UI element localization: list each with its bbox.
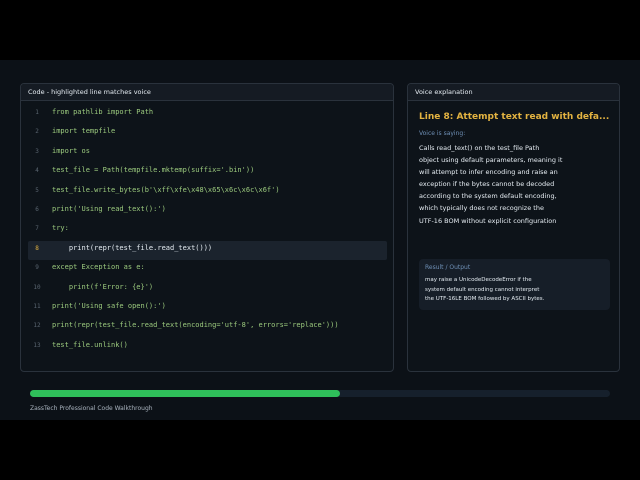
- explanation-line: according to the system default encoding…: [419, 192, 557, 201]
- line-code: import os: [52, 146, 90, 155]
- voice-panel: Voice explanation Line 8: Attempt text r…: [407, 83, 620, 372]
- explanation-line: object using default parameters, meaning…: [419, 156, 563, 165]
- line-code: print(f'Error: {e}'): [52, 282, 154, 291]
- line-code: print(repr(test_file.read_text())): [52, 243, 213, 252]
- line-code: test_file.write_bytes(b'\xff\xfe\x48\x65…: [52, 185, 280, 194]
- result-text: may raise a UnicodeDecodeError if the sy…: [425, 276, 605, 305]
- line-code: import tempfile: [52, 127, 116, 136]
- line-code: except Exception as e:: [52, 263, 145, 272]
- line-number: 5: [35, 186, 39, 194]
- code-line: 13 test_file.unlink(): [28, 338, 387, 357]
- line-code: try:: [52, 224, 69, 233]
- line-code: test_file = Path(tempfile.mktemp(suffix=…: [52, 166, 255, 175]
- line-number: 1: [35, 109, 39, 116]
- code-line: 7 try:: [28, 221, 387, 240]
- progress-fill: [30, 390, 340, 397]
- line-number: 2: [35, 128, 39, 136]
- line-number: 10: [33, 283, 41, 291]
- code-line: 9 except Exception as e:: [28, 260, 387, 279]
- line-number: 3: [35, 147, 39, 155]
- line-number: 9: [35, 264, 39, 272]
- code-line: 11 print('Using safe open():'): [28, 299, 387, 318]
- code-line: 10 print(f'Error: {e}'): [28, 280, 387, 299]
- result-output-box: Result / Output may raise a UnicodeDecod…: [419, 259, 610, 310]
- line-number: 13: [33, 341, 41, 349]
- line-code: test_file.unlink(): [52, 340, 128, 349]
- code-line: 3 import os: [28, 144, 387, 163]
- line-code: print('Using read_text():'): [52, 205, 166, 213]
- line-number: 11: [33, 303, 41, 310]
- result-label: Result / Output: [425, 264, 471, 271]
- voice-explanation: Calls read_text() on the test_file Path …: [419, 142, 615, 227]
- line-code: print(repr(test_file.read_text(encoding=…: [52, 321, 339, 330]
- line-number: 4: [35, 167, 39, 175]
- footer-brand: ZassTech Professional Code Walkthrough: [30, 405, 153, 412]
- progress-bar[interactable]: [30, 390, 610, 397]
- code-line: 1 from pathlib import Path: [28, 105, 387, 124]
- line-number: 7: [35, 225, 39, 233]
- voice-heading: Line 8: Attempt text read with defa...: [419, 112, 610, 122]
- result-line: the UTF-16LE BOM followed by ASCII bytes…: [425, 296, 545, 303]
- line-code: print('Using safe open():'): [52, 302, 166, 310]
- explanation-line: which typically does not recognize the: [419, 204, 544, 213]
- code-panel: Code - highlighted line matches voice 1 f…: [20, 83, 394, 372]
- voice-saying-label: Voice is saying:: [419, 130, 466, 137]
- code-line: 6 print('Using read_text():'): [28, 202, 387, 221]
- voice-panel-title: Voice explanation: [408, 84, 619, 101]
- code-panel-title: Code - highlighted line matches voice: [21, 84, 393, 101]
- line-number: 8: [35, 244, 39, 252]
- line-number: 6: [35, 206, 39, 213]
- line-number: 12: [33, 322, 41, 330]
- explanation-line: UTF-16 BOM without explicit configuratio…: [419, 216, 557, 225]
- code-line: 12 print(repr(test_file.read_text(encodin…: [28, 318, 387, 337]
- explanation-line: will attempt to infer encoding and raise…: [419, 168, 558, 177]
- code-line-highlighted: 8 print(repr(test_file.read_text())): [28, 240, 387, 260]
- result-line: system default encoding cannot interpret: [425, 286, 540, 293]
- walkthrough-stage: Code - highlighted line matches voice 1 f…: [0, 60, 640, 420]
- line-code: from pathlib import Path: [52, 108, 154, 116]
- result-line: may raise a UnicodeDecodeError if the: [425, 277, 532, 283]
- explanation-line: exception if the bytes cannot be decoded: [419, 180, 555, 189]
- code-line: 4 test_file = Path(tempfile.mktemp(suffix…: [28, 163, 387, 182]
- explanation-line: Calls read_text() on the test_file Path: [419, 144, 540, 152]
- code-line: 2 import tempfile: [28, 124, 387, 143]
- code-line: 5 test_file.write_bytes(b'\xff\xfe\x48\x6…: [28, 183, 387, 202]
